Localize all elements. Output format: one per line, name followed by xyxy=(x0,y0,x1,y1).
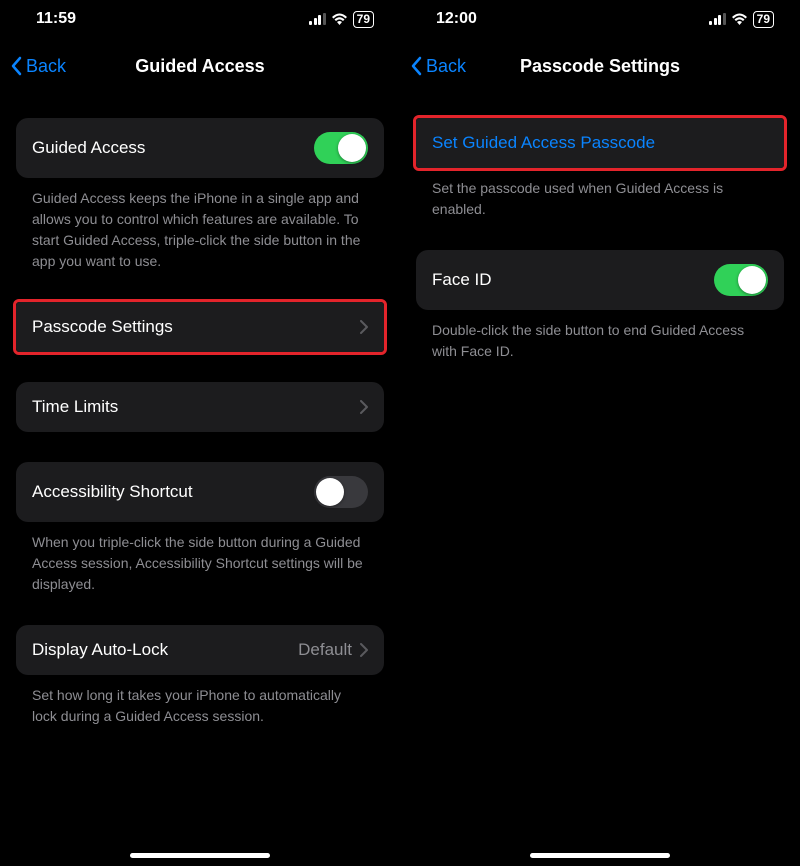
nav-bar: Back Guided Access xyxy=(0,44,400,88)
group-passcode: Passcode Settings xyxy=(16,299,384,355)
footer-shortcut: When you triple-click the side button du… xyxy=(16,522,384,595)
row-label: Display Auto-Lock xyxy=(32,640,168,660)
row-label: Set Guided Access Passcode xyxy=(432,133,655,153)
status-indicators: 79 xyxy=(709,11,774,28)
footer-set-passcode: Set the passcode used when Guided Access… xyxy=(416,168,784,220)
wifi-icon xyxy=(731,13,748,26)
toggle-guided-access[interactable] xyxy=(314,132,368,164)
toggle-accessibility-shortcut[interactable] xyxy=(314,476,368,508)
battery-indicator: 79 xyxy=(353,11,374,28)
back-label: Back xyxy=(426,56,466,77)
cellular-icon xyxy=(709,13,726,25)
wifi-icon xyxy=(331,13,348,26)
group-face-id: Face ID Double-click the side button to … xyxy=(416,250,784,362)
cellular-icon xyxy=(309,13,326,25)
home-indicator[interactable] xyxy=(130,853,270,858)
back-button[interactable]: Back xyxy=(10,56,66,77)
row-label: Guided Access xyxy=(32,138,145,158)
nav-bar: Back Passcode Settings xyxy=(400,44,800,88)
page-title: Guided Access xyxy=(135,56,264,77)
status-time: 12:00 xyxy=(436,10,477,28)
footer-face-id: Double-click the side button to end Guid… xyxy=(416,310,784,362)
footer-guided-access: Guided Access keeps the iPhone in a sing… xyxy=(16,178,384,272)
row-face-id-toggle[interactable]: Face ID xyxy=(416,250,784,310)
chevron-right-icon xyxy=(360,400,368,414)
row-time-limits[interactable]: Time Limits xyxy=(16,382,384,432)
status-time: 11:59 xyxy=(36,10,76,28)
status-indicators: 79 xyxy=(309,11,374,28)
home-indicator[interactable] xyxy=(530,853,670,858)
chevron-left-icon xyxy=(10,56,22,76)
group-guided-access: Guided Access Guided Access keeps the iP… xyxy=(16,118,384,272)
back-button[interactable]: Back xyxy=(410,56,466,77)
row-value: Default xyxy=(298,640,352,660)
page-title: Passcode Settings xyxy=(520,56,680,77)
group-set-passcode: Set Guided Access Passcode Set the passc… xyxy=(416,115,784,220)
status-bar: 11:59 79 xyxy=(0,0,400,36)
toggle-face-id[interactable] xyxy=(714,264,768,296)
row-label: Time Limits xyxy=(32,397,118,417)
back-label: Back xyxy=(26,56,66,77)
row-set-guided-access-passcode[interactable]: Set Guided Access Passcode xyxy=(416,118,784,168)
row-label: Passcode Settings xyxy=(32,317,173,337)
group-time-limits: Time Limits xyxy=(16,382,384,432)
group-auto-lock: Display Auto-Lock Default Set how long i… xyxy=(16,625,384,727)
row-label: Face ID xyxy=(432,270,492,290)
group-shortcut: Accessibility Shortcut When you triple-c… xyxy=(16,462,384,595)
footer-auto-lock: Set how long it takes your iPhone to aut… xyxy=(16,675,384,727)
phone-guided-access: 11:59 79 Back Guided Access Guided Acces… xyxy=(0,0,400,866)
row-label: Accessibility Shortcut xyxy=(32,482,193,502)
row-display-auto-lock[interactable]: Display Auto-Lock Default xyxy=(16,625,384,675)
highlight-box: Set Guided Access Passcode xyxy=(413,115,787,171)
phone-passcode-settings: 12:00 79 Back Passcode Settings Set Guid… xyxy=(400,0,800,866)
row-accessibility-shortcut[interactable]: Accessibility Shortcut xyxy=(16,462,384,522)
chevron-left-icon xyxy=(410,56,422,76)
chevron-right-icon xyxy=(360,320,368,334)
highlight-box: Passcode Settings xyxy=(13,299,387,355)
row-passcode-settings[interactable]: Passcode Settings xyxy=(16,302,384,352)
status-bar: 12:00 79 xyxy=(400,0,800,36)
chevron-right-icon xyxy=(360,643,368,657)
battery-indicator: 79 xyxy=(753,11,774,28)
row-guided-access-toggle[interactable]: Guided Access xyxy=(16,118,384,178)
